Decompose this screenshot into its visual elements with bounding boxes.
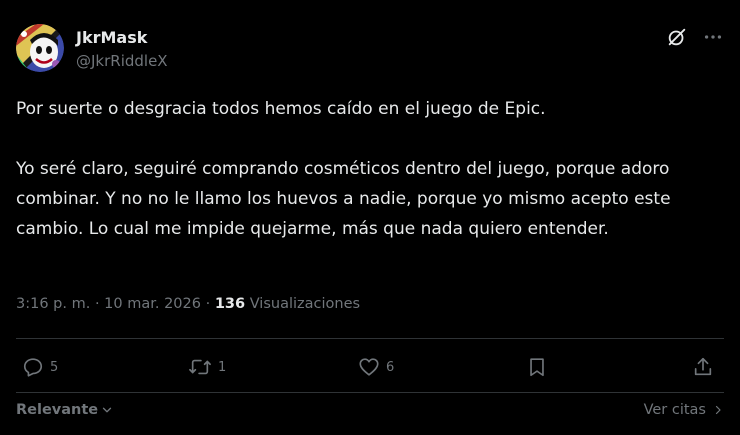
repost-count: 1 xyxy=(218,359,227,375)
more-dots-icon[interactable] xyxy=(702,26,724,48)
sort-replies-dropdown[interactable]: Relevante xyxy=(16,402,114,418)
divider xyxy=(16,392,724,393)
avatar[interactable] xyxy=(16,24,64,72)
author-display-name[interactable]: JkrMask xyxy=(76,28,147,47)
post-time[interactable]: 3:16 p. m. xyxy=(16,296,90,312)
meta-separator: · xyxy=(205,296,211,312)
post-meta: 3:16 p. m. · 10 mar. 2026 · 136 Visualiz… xyxy=(16,296,360,312)
like-count: 6 xyxy=(386,359,395,375)
view-quotes-link[interactable]: Ver citas xyxy=(644,402,724,418)
divider xyxy=(16,338,724,339)
post-header-actions xyxy=(666,26,724,48)
share-icon xyxy=(694,357,712,376)
chevron-down-icon xyxy=(102,407,112,413)
bookmark-icon xyxy=(530,358,544,377)
reply-button[interactable]: 5 xyxy=(22,356,58,378)
post-date[interactable]: 10 mar. 2026 xyxy=(104,296,201,312)
reply-count: 5 xyxy=(50,359,59,375)
meta-separator: · xyxy=(94,296,100,312)
author-handle[interactable]: @JkrRiddleX xyxy=(76,52,168,70)
views-count[interactable]: 136 xyxy=(215,296,245,312)
sort-label: Relevante xyxy=(16,402,99,418)
views-label[interactable]: Visualizaciones xyxy=(250,296,360,312)
post-actions-bar: 5 1 6 xyxy=(16,356,724,386)
post-paragraph-2: Yo seré claro, seguiré comprando cosméti… xyxy=(16,159,671,239)
repost-icon xyxy=(189,359,211,375)
bookmark-button[interactable] xyxy=(526,356,548,378)
quotes-label: Ver citas xyxy=(643,402,706,418)
chevron-right-icon xyxy=(715,405,721,415)
joker-mask-avatar-icon xyxy=(16,24,64,72)
share-button[interactable] xyxy=(692,356,714,378)
reply-icon xyxy=(23,358,43,377)
replies-footer: Relevante Ver citas xyxy=(16,400,724,424)
grok-icon[interactable] xyxy=(666,26,688,48)
repost-button[interactable]: 1 xyxy=(188,356,226,378)
post-detail: JkrMask @JkrRiddleX Por suerte o desgrac… xyxy=(0,0,740,435)
post-text: Por suerte o desgracia todos hemos caído… xyxy=(16,94,716,244)
like-button[interactable]: 6 xyxy=(358,356,394,378)
post-paragraph-1: Por suerte o desgracia todos hemos caído… xyxy=(16,99,546,119)
heart-icon xyxy=(359,358,379,376)
